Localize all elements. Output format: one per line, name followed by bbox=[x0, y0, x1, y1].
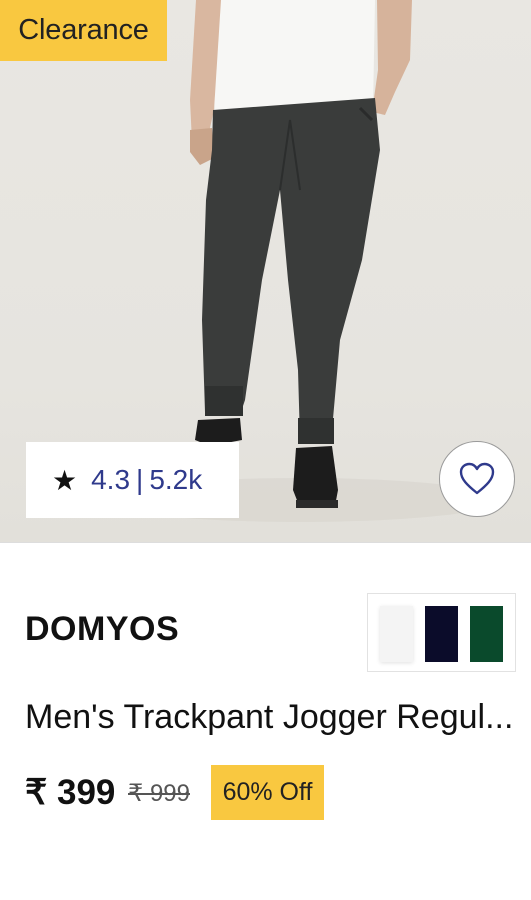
swatch-white[interactable] bbox=[380, 606, 413, 662]
heart-icon bbox=[459, 462, 495, 495]
brand-name: DOMYOS bbox=[25, 610, 180, 648]
rating-value: 4.3 bbox=[91, 464, 131, 495]
rating-summary: ★ 4.3 | 5.2k bbox=[26, 442, 239, 518]
original-price: ₹ 999 bbox=[128, 780, 190, 807]
clearance-badge: Clearance bbox=[0, 0, 167, 61]
section-divider bbox=[0, 542, 531, 543]
star-icon: ★ bbox=[52, 464, 78, 496]
product-title[interactable]: Men's Trackpant Jogger Regul... bbox=[25, 698, 515, 737]
product-image[interactable]: Clearance ★ 4.3 | 5.2k bbox=[0, 0, 531, 542]
discount-badge: 60% Off bbox=[211, 765, 324, 820]
rating-count: 5.2k bbox=[149, 464, 203, 495]
sale-price: ₹ 399 bbox=[25, 773, 116, 812]
color-swatches bbox=[367, 593, 516, 672]
wishlist-button[interactable] bbox=[439, 441, 515, 517]
swatch-green[interactable] bbox=[470, 606, 503, 662]
product-card[interactable]: Clearance ★ 4.3 | 5.2k DOMYOS Men's Trac… bbox=[0, 0, 531, 900]
swatch-navy[interactable] bbox=[425, 606, 458, 662]
rating-separator: | bbox=[136, 464, 144, 495]
